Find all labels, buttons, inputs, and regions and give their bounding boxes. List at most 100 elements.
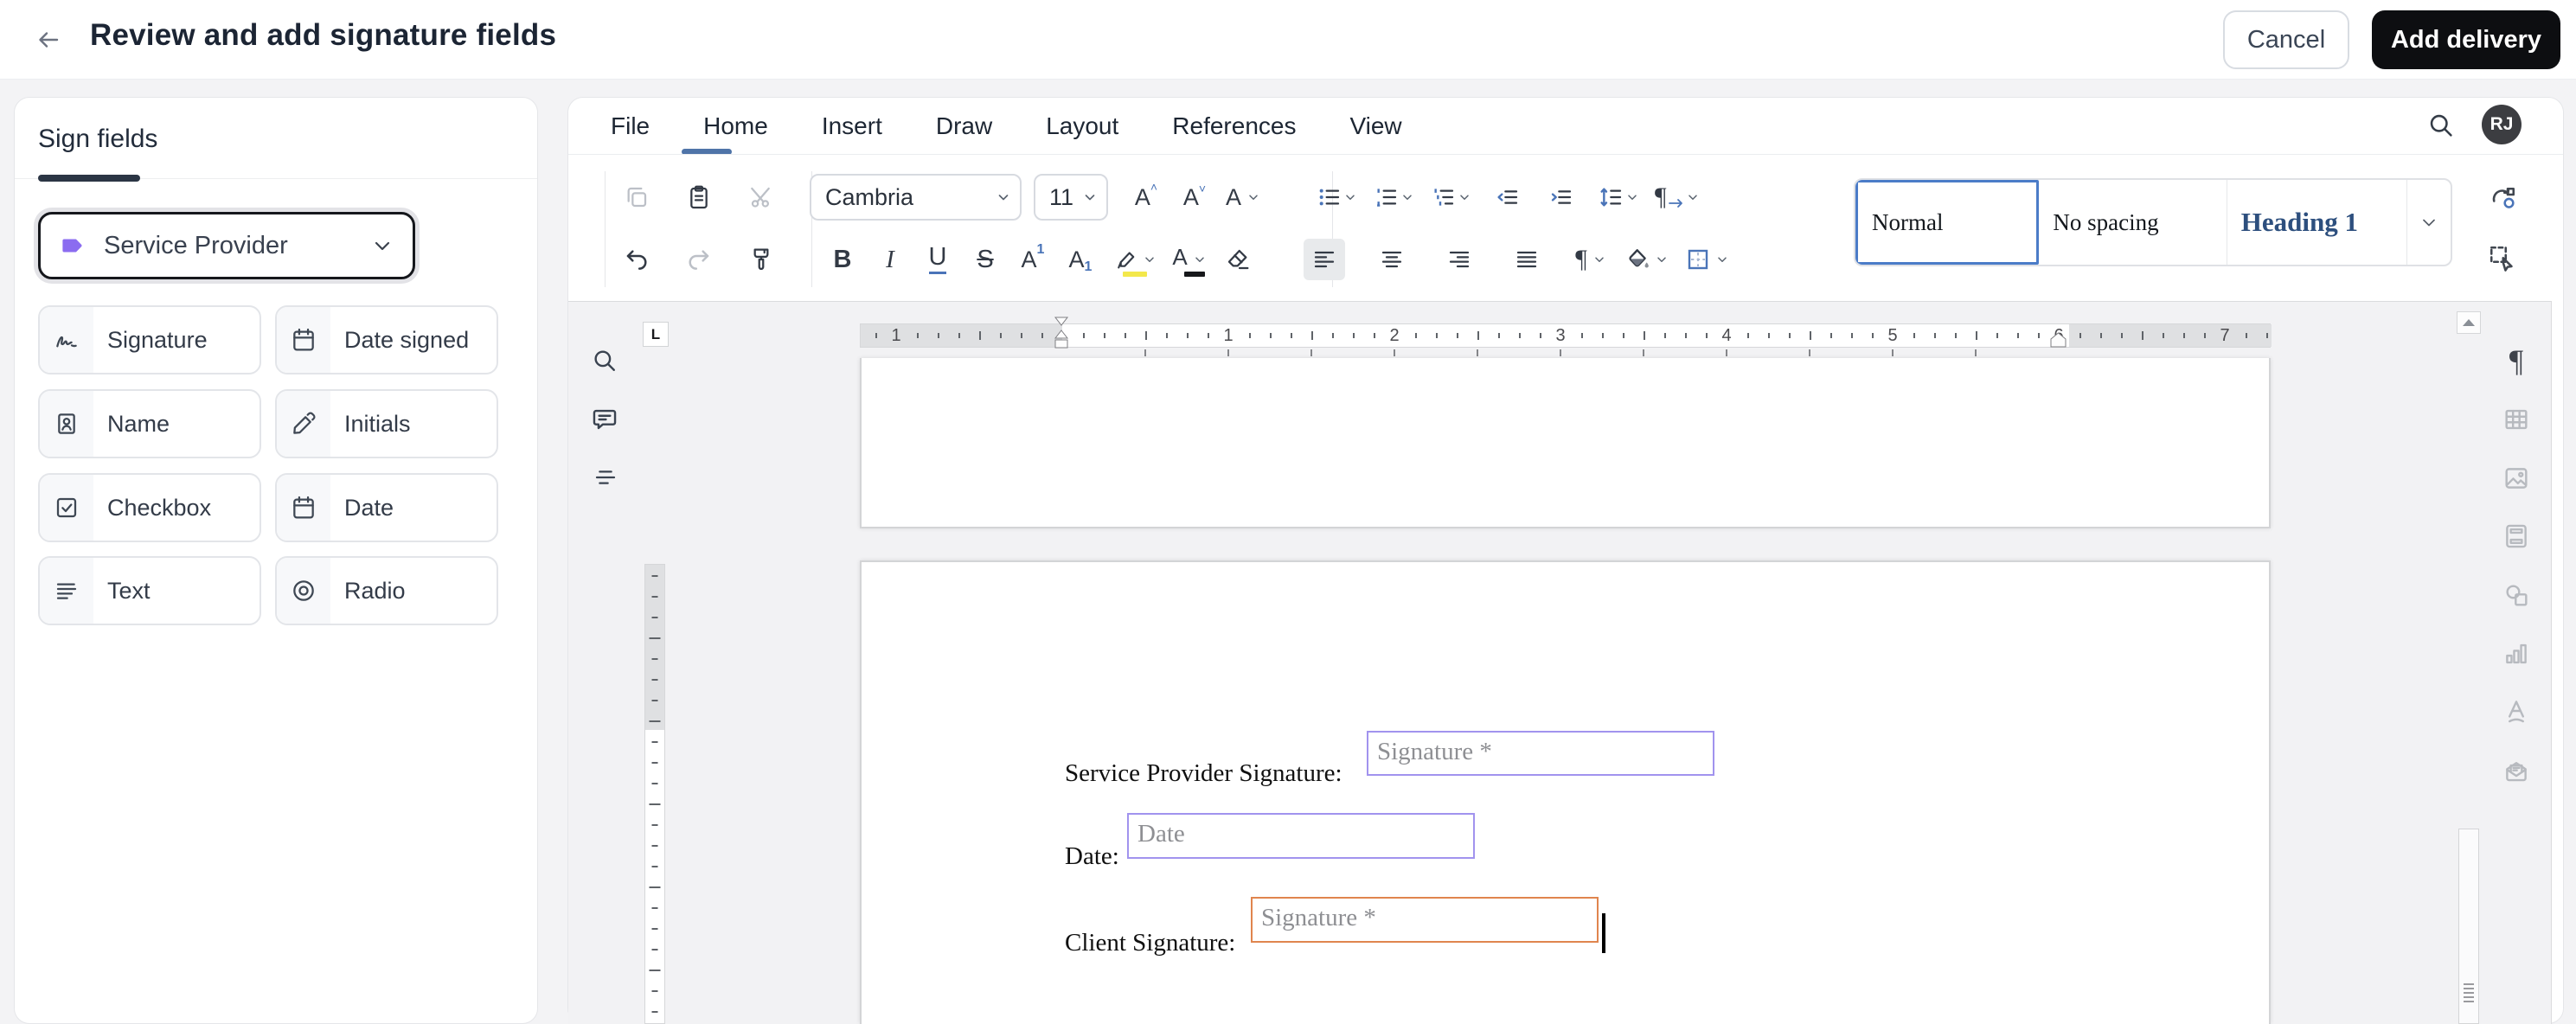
style-normal[interactable]: Normal — [1855, 180, 2040, 265]
tab-view[interactable]: View — [1349, 112, 1401, 140]
mail-merge-icon[interactable] — [2501, 754, 2532, 785]
add-delivery-button[interactable]: Add delivery — [2372, 10, 2560, 69]
date-field[interactable]: Date — [1127, 813, 1475, 859]
signature-field-client[interactable]: Signature * — [1251, 897, 1599, 943]
avatar[interactable]: RJ — [2482, 105, 2522, 144]
ruler-tick — [1083, 333, 1085, 338]
field-button-date[interactable]: Date — [275, 473, 498, 542]
ruler-tick — [1021, 333, 1022, 338]
justify-button[interactable] — [1506, 239, 1548, 280]
font-name-select[interactable]: Cambria — [810, 174, 1022, 221]
tab-insert[interactable]: Insert — [822, 112, 882, 140]
field-button-radio[interactable]: Radio — [275, 556, 498, 625]
cut-button[interactable] — [740, 176, 782, 218]
signature-field-service-provider[interactable]: Signature * — [1367, 731, 1714, 776]
paragraph-marks-icon[interactable]: ¶ — [2501, 343, 2532, 378]
align-center-button[interactable] — [1371, 239, 1413, 280]
chart-icon[interactable] — [2501, 638, 2532, 669]
field-button-label: Radio — [344, 577, 406, 604]
styles-expand-chevron[interactable] — [2407, 180, 2451, 265]
table-icon[interactable] — [2501, 404, 2532, 435]
signature-icon — [40, 307, 93, 373]
paste-button[interactable] — [678, 176, 720, 218]
indent-markers[interactable] — [1054, 317, 1069, 358]
subscript-button[interactable]: A1 — [1060, 239, 1101, 280]
ruler-subtick — [1726, 349, 1727, 356]
multilevel-list-button[interactable] — [1426, 176, 1475, 218]
scroll-up-button[interactable] — [2457, 311, 2481, 334]
tab-file[interactable]: File — [611, 112, 650, 140]
tab-layout[interactable]: Layout — [1046, 112, 1118, 140]
format-painter-button[interactable] — [740, 239, 782, 280]
document-page-1[interactable] — [860, 358, 2271, 528]
ruler-tick — [1976, 331, 1977, 340]
ruler-tick — [1000, 333, 1002, 338]
find-icon[interactable] — [590, 346, 619, 375]
vruler-tick — [651, 990, 658, 992]
image-icon[interactable] — [2501, 463, 2532, 494]
underline-button[interactable]: U — [917, 239, 958, 280]
vertical-ruler[interactable] — [644, 564, 665, 1024]
borders-button[interactable] — [1681, 239, 1733, 280]
clear-formatting-button[interactable] — [1217, 239, 1259, 280]
line-spacing-button[interactable] — [1594, 176, 1643, 218]
decrease-indent-button[interactable] — [1487, 176, 1528, 218]
style-heading-1[interactable]: Heading 1 — [2227, 180, 2408, 265]
recipient-select[interactable]: Service Provider — [38, 212, 415, 279]
change-case-button[interactable]: A — [1222, 176, 1264, 218]
show-paragraph-marks-button[interactable]: ¶ — [1570, 239, 1612, 280]
text-art-icon[interactable] — [2501, 695, 2532, 726]
field-button-text[interactable]: Text — [38, 556, 261, 625]
highlight-color-button[interactable] — [1110, 239, 1160, 280]
vertical-scrollbar[interactable] — [2458, 829, 2479, 1024]
comments-icon[interactable] — [590, 405, 619, 434]
navigation-icon[interactable] — [592, 464, 621, 493]
field-button-initials[interactable]: Initials — [275, 389, 498, 458]
field-button-date-signed[interactable]: Date signed — [275, 305, 498, 374]
doc-label-date: Date: — [1065, 842, 1119, 870]
superscript-button[interactable]: A1 — [1012, 239, 1054, 280]
ruler-tick — [2183, 333, 2185, 338]
align-left-button[interactable] — [1304, 239, 1345, 280]
tab-stop-selector[interactable]: L — [643, 322, 669, 347]
style-no-spacing[interactable]: No spacing — [2039, 180, 2227, 265]
numbered-list-button[interactable] — [1369, 176, 1418, 218]
copy-button[interactable] — [616, 176, 657, 218]
ruler-number: 7 — [2220, 326, 2230, 345]
align-right-button[interactable] — [1439, 239, 1480, 280]
bold-button[interactable]: B — [822, 239, 863, 280]
ruler-subtick — [1643, 349, 1644, 356]
bullet-list-button[interactable] — [1312, 176, 1361, 218]
ruler-subtick — [1560, 349, 1561, 356]
ruler-number: 4 — [1721, 326, 1732, 345]
italic-button[interactable]: I — [869, 239, 911, 280]
tab-home[interactable]: Home — [703, 112, 768, 140]
strikethrough-button[interactable]: S — [964, 239, 1006, 280]
select-tool-icon[interactable] — [2486, 242, 2519, 275]
field-button-signature[interactable]: Signature — [38, 305, 261, 374]
tab-references[interactable]: References — [1172, 112, 1296, 140]
field-button-checkbox[interactable]: Checkbox — [38, 473, 261, 542]
redo-button[interactable] — [678, 239, 720, 280]
replace-icon[interactable] — [2486, 183, 2519, 216]
font-size-select[interactable]: 11 — [1034, 174, 1108, 221]
back-button[interactable] — [31, 22, 66, 57]
shading-button[interactable] — [1620, 239, 1672, 280]
right-indent-marker[interactable] — [2050, 332, 2067, 348]
cancel-button[interactable]: Cancel — [2223, 10, 2349, 69]
ruler-tick — [1664, 333, 1666, 338]
font-color-button[interactable]: A — [1169, 239, 1210, 280]
font-size-down-button[interactable]: A ˅ — [1174, 176, 1215, 218]
field-button-label: Checkbox — [107, 494, 212, 521]
search-icon[interactable] — [2425, 110, 2457, 141]
ruler-tick — [2079, 333, 2081, 338]
tab-draw[interactable]: Draw — [936, 112, 992, 140]
shapes-icon[interactable] — [2501, 579, 2532, 611]
ruler-tick — [1145, 331, 1147, 340]
font-size-up-button[interactable]: A ˄ — [1125, 176, 1167, 218]
increase-indent-button[interactable] — [1541, 176, 1582, 218]
field-button-name[interactable]: Name — [38, 389, 261, 458]
undo-button[interactable] — [616, 239, 657, 280]
header-footer-icon[interactable] — [2501, 521, 2532, 552]
paragraph-direction-button[interactable]: ¶ — [1651, 176, 1703, 218]
